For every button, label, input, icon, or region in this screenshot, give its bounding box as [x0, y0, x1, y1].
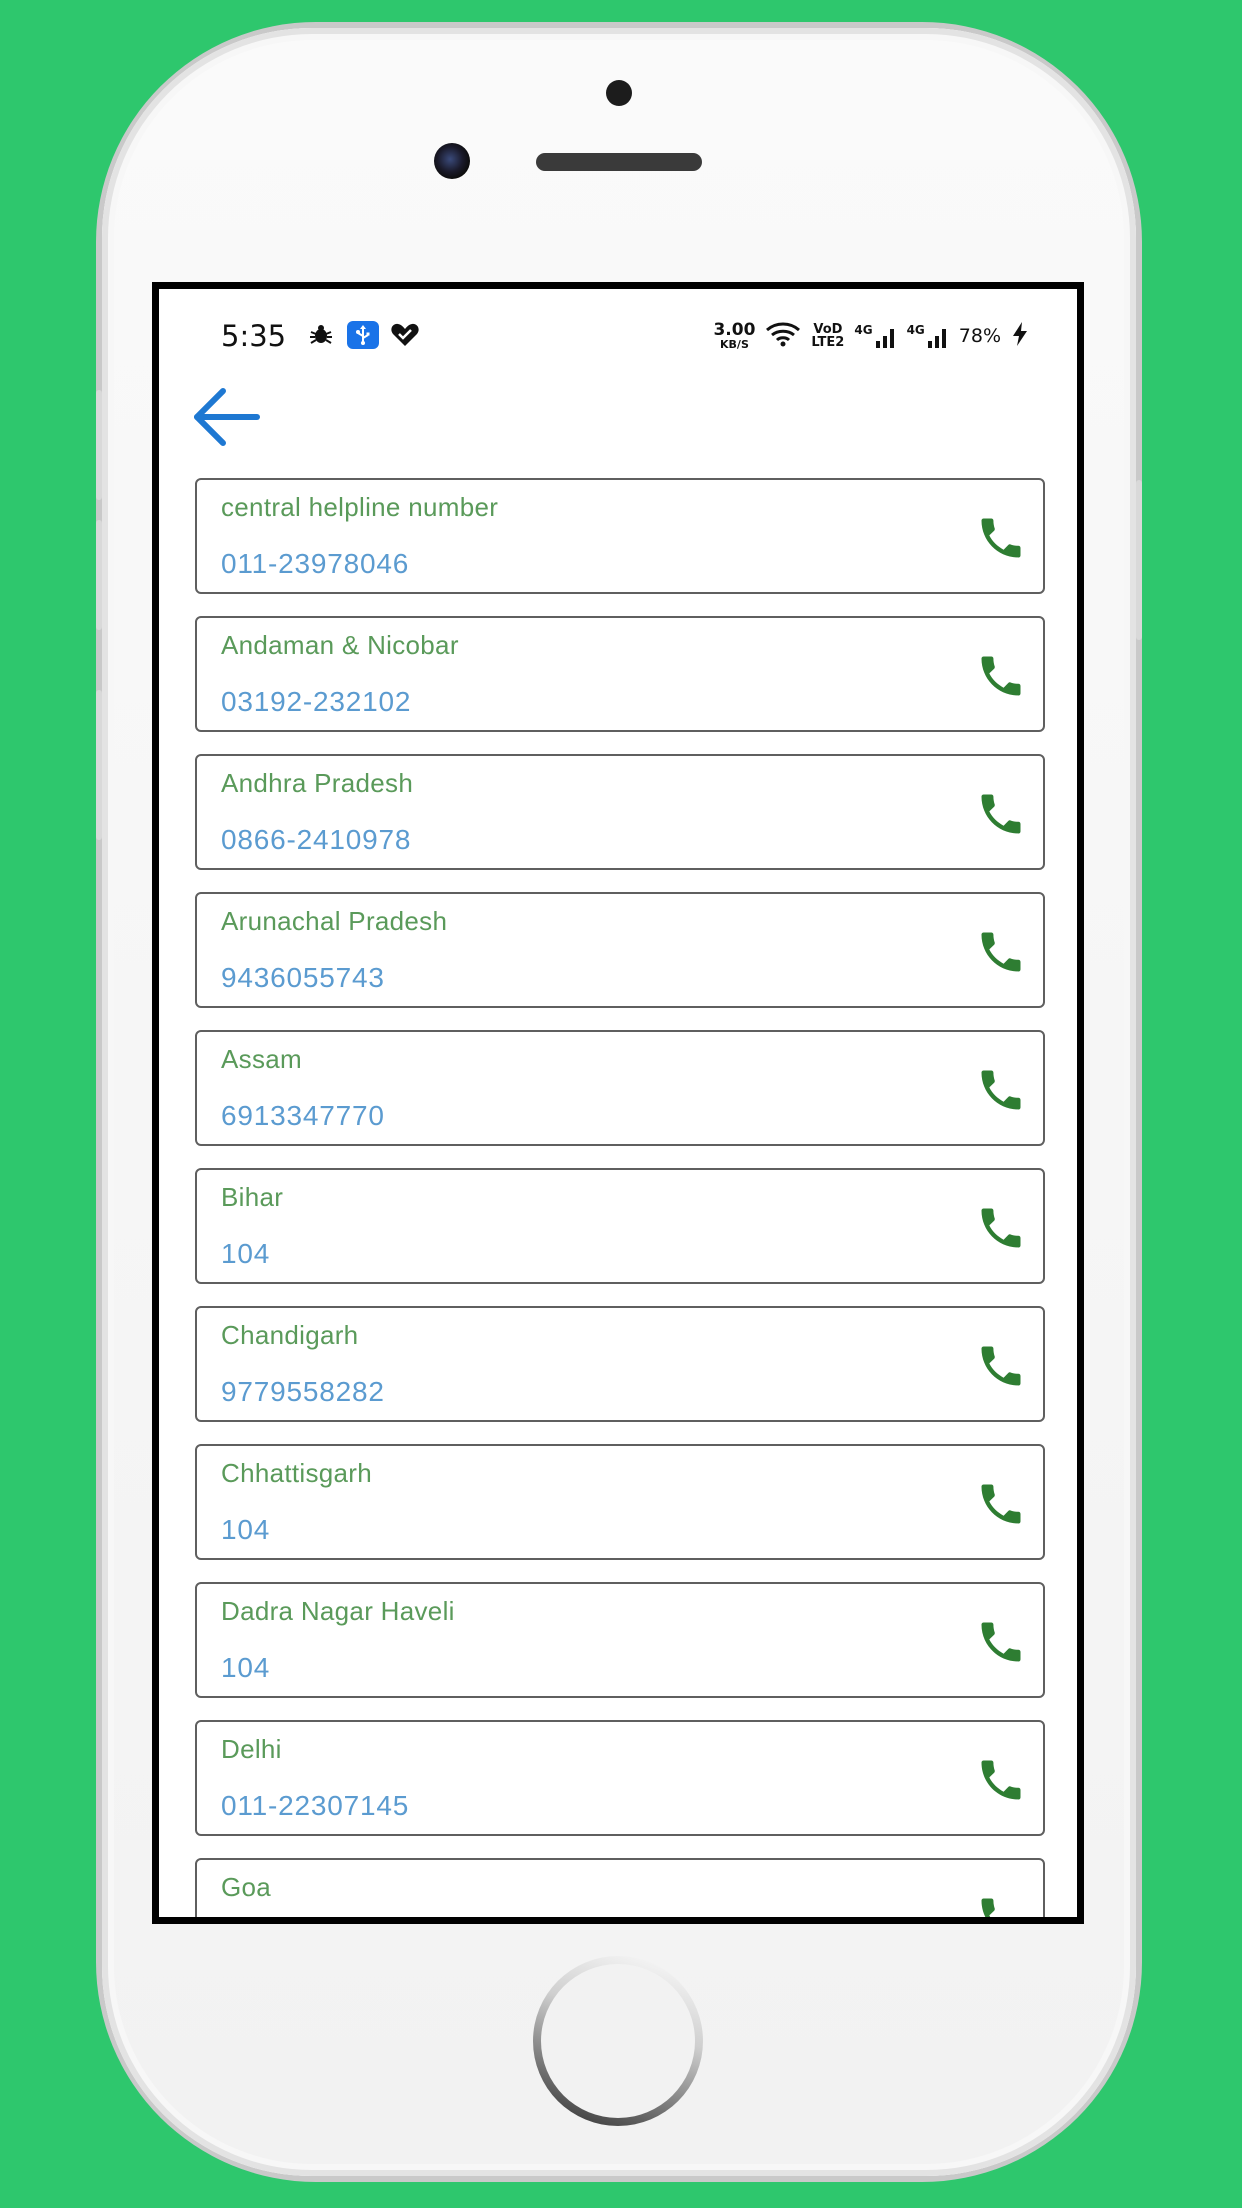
phone-icon [981, 932, 1021, 972]
helpline-card[interactable]: Dadra Nagar Haveli 104 [195, 1582, 1045, 1698]
call-button[interactable] [973, 648, 1029, 704]
helpline-card[interactable]: Assam 6913347770 [195, 1030, 1045, 1146]
status-icons-right: 3.00 KB/S VoD LTE2 4G 4G 78% [713, 319, 1029, 353]
helpline-card[interactable]: Andhra Pradesh 0866-2410978 [195, 754, 1045, 870]
call-button[interactable] [973, 924, 1029, 980]
helpline-list: central helpline number 011-23978046 And… [195, 478, 1045, 1917]
call-button[interactable] [973, 1200, 1029, 1256]
helpline-card[interactable]: Chandigarh 9779558282 [195, 1306, 1045, 1422]
phone-icon [981, 794, 1021, 834]
helpline-card[interactable]: Goa [195, 1858, 1045, 1917]
call-button[interactable] [973, 1890, 1029, 1917]
earpiece-speaker [536, 153, 702, 171]
usb-icon [347, 321, 379, 349]
front-camera [434, 143, 470, 179]
phone-icon [981, 1070, 1021, 1110]
helpline-name: Assam [221, 1044, 302, 1074]
call-button[interactable] [973, 786, 1029, 842]
helpline-number: 104 [221, 1514, 271, 1545]
call-button[interactable] [973, 1614, 1029, 1670]
proximity-sensor [606, 80, 632, 106]
helpline-name: Chandigarh [221, 1320, 359, 1350]
phone-side-button [96, 520, 102, 630]
speed-value: 3.00 [713, 320, 756, 340]
helpline-card[interactable]: Arunachal Pradesh 9436055743 [195, 892, 1045, 1008]
helpline-number: 6913347770 [221, 1100, 385, 1131]
phone-icon [981, 518, 1021, 558]
helpline-card[interactable]: central helpline number 011-23978046 [195, 478, 1045, 594]
arrow-left-icon [194, 388, 260, 446]
helpline-number: 03192-232102 [221, 686, 412, 717]
phone-icon [981, 1898, 995, 1917]
helpline-card[interactable]: Chhattisgarh 104 [195, 1444, 1045, 1560]
helpline-number: 0866-2410978 [221, 824, 412, 855]
heart-check-icon [389, 321, 421, 349]
call-button[interactable] [973, 1752, 1029, 1808]
phone-screen: 5:35 3.00 KB/S VoD LTE2 4G 4G 78% centra… [152, 282, 1084, 1924]
phone-side-button [96, 690, 102, 840]
helpline-number: 011-22307145 [221, 1790, 410, 1821]
stage: 5:35 3.00 KB/S VoD LTE2 4G 4G 78% centra… [0, 0, 1242, 2208]
call-button[interactable] [973, 1476, 1029, 1532]
phone-icon [981, 1208, 1021, 1248]
call-button[interactable] [973, 510, 1029, 566]
helpline-name: Arunachal Pradesh [221, 906, 448, 936]
helpline-card[interactable]: Bihar 104 [195, 1168, 1045, 1284]
signal-icon: 4G [854, 323, 896, 349]
network-type: 4G [854, 323, 873, 337]
network-speed: 3.00 KB/S [713, 320, 756, 351]
helpline-name: Bihar [221, 1182, 284, 1212]
helpline-name: Andhra Pradesh [221, 768, 414, 798]
signal-icon: 4G [907, 323, 949, 349]
volte-bottom: LTE2 [811, 335, 845, 350]
helpline-name: Delhi [221, 1734, 282, 1764]
helpline-card[interactable]: Delhi 011-22307145 [195, 1720, 1045, 1836]
network-type: 4G [906, 323, 925, 337]
helpline-number: 104 [221, 1238, 271, 1269]
phone-icon [981, 1484, 1021, 1524]
phone-icon [981, 1622, 1021, 1662]
home-button[interactable] [541, 1964, 695, 2118]
helpline-number: 9779558282 [221, 1376, 385, 1407]
charging-icon [1011, 321, 1029, 351]
phone-icon [981, 1760, 1021, 1800]
speed-unit: KB/S [720, 338, 749, 351]
wifi-icon [765, 320, 801, 352]
phone-side-button [96, 390, 102, 500]
phone-icon [981, 1346, 1021, 1386]
helpline-name: Chhattisgarh [221, 1458, 373, 1488]
helpline-number: 011-23978046 [221, 548, 410, 579]
back-button[interactable] [189, 379, 265, 455]
bug-icon [305, 321, 337, 349]
helpline-number: 104 [221, 1652, 271, 1683]
helpline-name: central helpline number [221, 492, 499, 522]
helpline-name: Andaman & Nicobar [221, 630, 459, 660]
helpline-name: Dadra Nagar Haveli [221, 1596, 455, 1626]
call-button[interactable] [973, 1338, 1029, 1394]
battery-percent: 78% [958, 325, 1001, 347]
helpline-number: 9436055743 [221, 962, 385, 993]
helpline-name: Goa [221, 1872, 272, 1902]
volte-indicator: VoD LTE2 [811, 323, 844, 349]
phone-side-button [1136, 480, 1142, 640]
status-time: 5:35 [221, 319, 287, 353]
status-icons-left [305, 319, 421, 351]
helpline-card[interactable]: Andaman & Nicobar 03192-232102 [195, 616, 1045, 732]
call-button[interactable] [973, 1062, 1029, 1118]
phone-icon [981, 656, 1021, 696]
status-bar: 5:35 3.00 KB/S VoD LTE2 4G 4G 78% [159, 289, 1077, 369]
